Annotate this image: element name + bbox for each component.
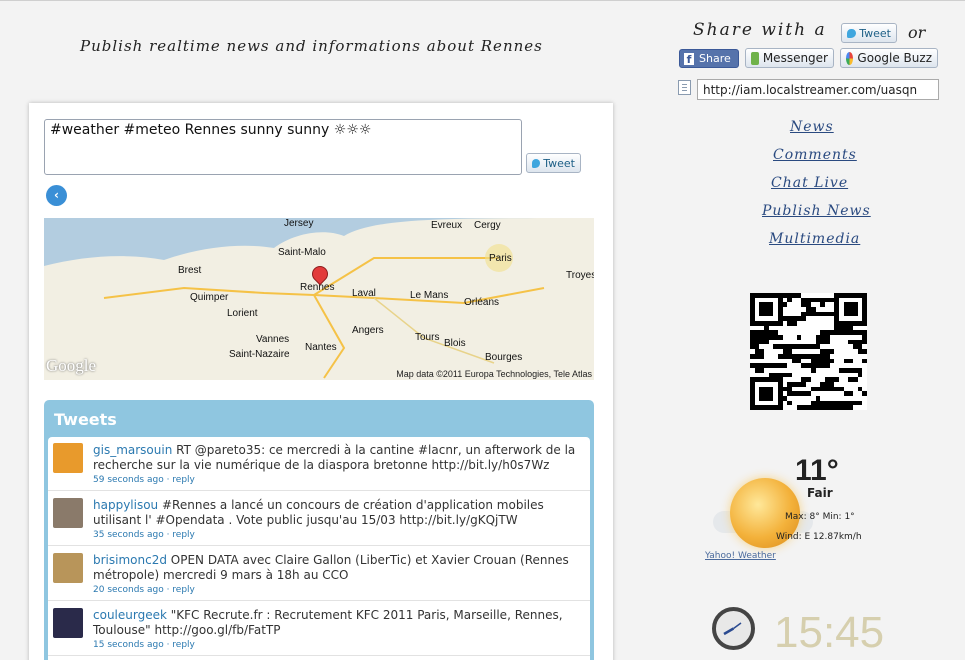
weather-temperature: 11° (795, 454, 839, 487)
map-label: Brest (178, 265, 202, 276)
google-logo: Google (46, 356, 97, 375)
tweet-item: happylisou #Rennes a lancé un concours d… (48, 492, 590, 546)
map-label: Paris (489, 253, 512, 264)
reply-link[interactable]: reply (172, 530, 195, 540)
messenger-label: Messenger (762, 51, 828, 65)
map-label: Cergy (474, 220, 501, 231)
main-panel: #weather #meteo Rennes sunny sunny ☼☼☼ T… (29, 103, 613, 660)
tweet-user[interactable]: brisimonc2d (93, 553, 167, 567)
map-label: Quimper (190, 292, 229, 303)
map-label: Bourges (485, 352, 523, 363)
tweets-box: Tweets gis_marsouin RT @pareto35: ce mer… (44, 400, 594, 660)
map-label: Troyes (566, 270, 594, 281)
tagline: Publish realtime news and informations a… (80, 37, 543, 55)
tweet-button-label: Tweet (543, 156, 575, 170)
reply-link[interactable]: reply (172, 475, 195, 485)
tweet-user[interactable]: happylisou (93, 498, 158, 512)
tweet-item: gis_marsouin RT @pareto35: ce mercredi à… (48, 437, 590, 491)
tweet-text: couleurgeek "KFC Recrute.fr : Recrutemen… (93, 608, 583, 638)
tweet-user[interactable]: couleurgeek (93, 608, 167, 622)
tweet-time[interactable]: 20 seconds ago (93, 585, 164, 595)
nav-news[interactable]: News (790, 119, 834, 135)
tweet-share-button[interactable]: Tweet (841, 23, 897, 43)
short-url-field[interactable]: http://iam.localstreamer.com/uasqn (697, 79, 939, 100)
share-label: Share with a (693, 20, 827, 40)
avatar[interactable] (53, 498, 83, 528)
map-label: Saint-Nazaire (229, 349, 290, 360)
twitter-bird-icon (532, 158, 541, 168)
google-buzz-share-button[interactable]: Google Buzz (840, 48, 938, 68)
tweet-meta: 15 seconds ago · reply (93, 640, 195, 650)
weather-max-min: Max: 8° Min: 1° (785, 512, 855, 522)
tweet-meta: 20 seconds ago · reply (93, 585, 195, 595)
qr-code (750, 293, 867, 410)
map-attribution: Map data ©2011 Europa Technologies, Tele… (396, 369, 592, 379)
weather-condition: Fair (807, 486, 833, 500)
tweet-share-label: Tweet (859, 26, 891, 40)
tweet-text: brisimonc2d OPEN DATA avec Claire Gallon… (93, 553, 583, 583)
map-label: Nantes (305, 342, 337, 353)
weather-wind: Wind: E 12.87km/h (776, 532, 862, 542)
facebook-icon: f (684, 52, 694, 66)
avatar[interactable] (53, 443, 83, 473)
tweet-time[interactable]: 15 seconds ago (93, 640, 164, 650)
twitter-bird-icon (847, 28, 857, 38)
reply-link[interactable]: reply (172, 585, 195, 595)
weather-widget: 11° Fair Max: 8° Min: 1° Wind: E 12.87km… (705, 451, 885, 566)
tweet-meta: 35 seconds ago · reply (93, 530, 195, 540)
map-label: Jersey (284, 218, 314, 229)
tweet-body: #Rennes a lancé un concours de création … (93, 498, 544, 527)
tweet-meta: 59 seconds ago · reply (93, 475, 195, 485)
google-buzz-label: Google Buzz (857, 51, 932, 65)
tweet-time[interactable]: 59 seconds ago (93, 475, 164, 485)
map-label: Laval (352, 288, 376, 299)
messenger-icon (751, 51, 759, 65)
map-label: Angers (352, 325, 384, 336)
nav-publish-news[interactable]: Publish News (762, 203, 871, 219)
tweet-button[interactable]: Tweet (526, 153, 581, 173)
map-label: Blois (444, 338, 466, 349)
reply-link[interactable]: reply (172, 640, 195, 650)
tweets-title: Tweets (54, 410, 117, 429)
map-label: Vannes (256, 334, 290, 345)
nav-multimedia[interactable]: Multimedia (769, 231, 860, 247)
map-label: Lorient (227, 308, 258, 319)
google-buzz-icon (846, 51, 854, 65)
clock-icon (712, 607, 755, 650)
nav-comments[interactable]: Comments (773, 147, 857, 163)
facebook-share-label: Share (699, 52, 731, 65)
map[interactable]: Jersey Evreux Cergy Saint-Malo Paris Bre… (44, 218, 594, 380)
tweet-item: brisimonc2d OPEN DATA avec Claire Gallon… (48, 547, 590, 601)
nav-chat-live[interactable]: Chat Live (771, 175, 848, 191)
messenger-share-button[interactable]: Messenger (745, 48, 834, 68)
map-label: Le Mans (410, 290, 449, 301)
tweets-list: gis_marsouin RT @pareto35: ce mercredi à… (48, 437, 590, 660)
tweet-item: couleurgeek "KFC Recrute.fr : Recrutemen… (48, 602, 590, 656)
map-label: Orléans (464, 297, 500, 308)
avatar[interactable] (53, 608, 83, 638)
share-or-label: or (908, 23, 926, 42)
clock-time: 15:45 (774, 608, 885, 657)
map-label: Rennes (300, 282, 335, 293)
map-label: Saint-Malo (278, 247, 326, 258)
map-label: Evreux (431, 220, 463, 231)
back-arrow-icon[interactable]: ‹ (46, 185, 67, 206)
copy-url-icon[interactable] (678, 80, 691, 95)
yahoo-weather-link[interactable]: Yahoo! Weather (705, 551, 776, 561)
facebook-share-button[interactable]: f Share (679, 49, 739, 68)
status-input[interactable]: #weather #meteo Rennes sunny sunny ☼☼☼ (44, 119, 522, 175)
tweet-user[interactable]: gis_marsouin (93, 443, 172, 457)
tweet-time[interactable]: 35 seconds ago (93, 530, 164, 540)
avatar[interactable] (53, 553, 83, 583)
tweet-text: gis_marsouin RT @pareto35: ce mercredi à… (93, 443, 583, 473)
map-label: Tours (415, 332, 440, 343)
tweet-text: happylisou #Rennes a lancé un concours d… (93, 498, 583, 528)
